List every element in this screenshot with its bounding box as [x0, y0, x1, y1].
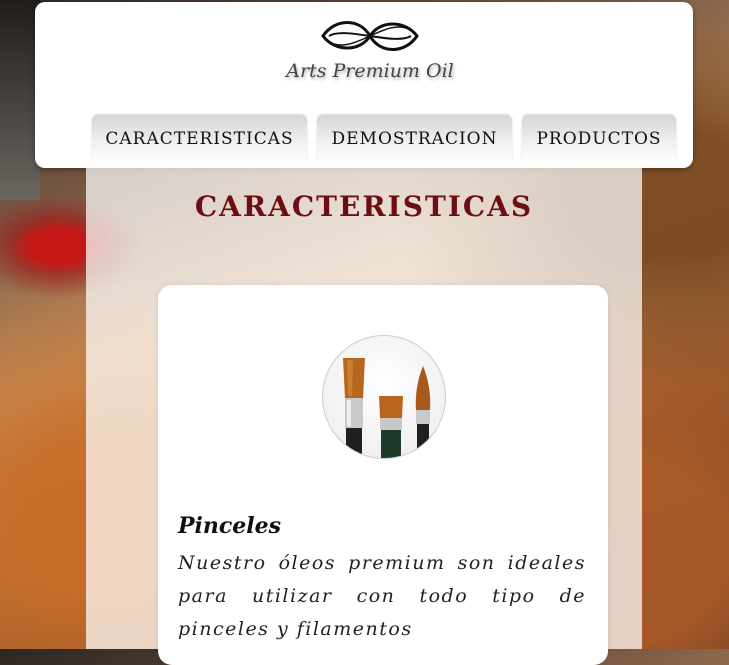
card-text: Nuestro óleos premium son ideales para u…: [178, 552, 586, 640]
content-panel: CARACTERISTICAS Pinceles Nuestro óleos p…: [86, 168, 642, 665]
nav-item-demostracion[interactable]: DEMOSTRACION: [317, 115, 512, 162]
feature-card: Pinceles Nuestro óleos premium son ideal…: [158, 285, 608, 665]
main-nav: CARACTERISTICAS DEMOSTRACION PRODUCTOS: [92, 115, 676, 162]
logo-text: Arts Premium Oil: [286, 60, 454, 82]
nav-item-productos[interactable]: PRODUCTOS: [522, 115, 676, 162]
card-title: Pinceles: [178, 513, 282, 539]
site-header: Arts Premium Oil CARACTERISTICAS DEMOSTR…: [35, 2, 693, 168]
flourish-logo-icon: [321, 21, 419, 51]
background-photo: [0, 0, 40, 200]
logo[interactable]: Arts Premium Oil: [275, 14, 465, 90]
page-title: CARACTERISTICAS: [194, 190, 534, 223]
nav-item-caracteristicas[interactable]: CARACTERISTICAS: [92, 115, 307, 162]
paint-brushes-image: [322, 335, 446, 459]
